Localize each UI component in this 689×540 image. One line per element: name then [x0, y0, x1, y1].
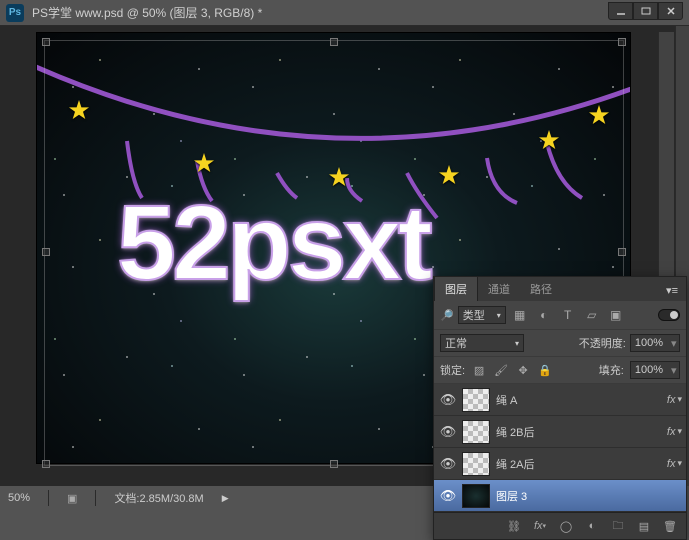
- layer-row[interactable]: 👁 图层 3: [434, 480, 686, 512]
- transform-handle[interactable]: [42, 38, 50, 46]
- panel-tabs: 图层 通道 路径 ▾≡: [434, 277, 686, 301]
- adjustment-layer-button[interactable]: ◐: [582, 517, 602, 535]
- fx-badge[interactable]: fx: [667, 458, 676, 470]
- visibility-toggle[interactable]: 👁: [434, 424, 462, 440]
- filter-shape-icon[interactable]: ▱: [582, 305, 602, 325]
- filter-pixel-icon[interactable]: ▦: [510, 305, 530, 325]
- layer-thumbnail[interactable]: [462, 484, 490, 508]
- tab-paths[interactable]: 路径: [520, 277, 562, 301]
- blend-opacity-row: 正常▾ 不透明度: 100%▾: [434, 330, 686, 357]
- lock-label: 锁定:: [440, 362, 465, 378]
- canvas-area: 52psxt 图层 通道 路径 ▾≡ 🔎 类型▾ ▦ ◐ T ▱ ▣: [0, 26, 689, 486]
- fx-caret-icon[interactable]: ▾: [677, 426, 682, 437]
- transform-handle[interactable]: [618, 248, 626, 256]
- lock-all-icon[interactable]: 🔒: [537, 362, 553, 378]
- transform-handle[interactable]: [42, 460, 50, 468]
- separator: [48, 490, 49, 506]
- filter-kind-select[interactable]: 类型▾: [458, 306, 506, 324]
- lock-position-icon[interactable]: ✥: [515, 362, 531, 378]
- layer-name[interactable]: 绳 2B后: [496, 424, 667, 440]
- fx-caret-icon[interactable]: ▾: [677, 394, 682, 405]
- layer-thumbnail[interactable]: [462, 420, 490, 444]
- opacity-input[interactable]: 100%▾: [630, 334, 680, 352]
- transform-handle[interactable]: [330, 460, 338, 468]
- layer-thumbnail[interactable]: [462, 388, 490, 412]
- filter-toggle[interactable]: [658, 309, 680, 321]
- fx-badge[interactable]: fx: [667, 394, 676, 406]
- blend-mode-select[interactable]: 正常▾: [440, 334, 524, 352]
- layers-panel-footer: ⛓ fx▾ ◯ ◐ 🗀 ▤ 🗑: [434, 512, 686, 539]
- fill-label: 填充:: [599, 362, 624, 378]
- opacity-label: 不透明度:: [579, 335, 626, 351]
- fill-input[interactable]: 100%▾: [630, 361, 680, 379]
- maximize-button[interactable]: [633, 2, 658, 20]
- transform-handle[interactable]: [42, 248, 50, 256]
- statusbar-menu-icon[interactable]: ▶: [222, 493, 229, 504]
- filter-kind-icon: 🔎: [440, 309, 454, 322]
- minimize-button[interactable]: [608, 2, 633, 20]
- lock-transparent-icon[interactable]: ▨: [471, 362, 487, 378]
- transform-handle[interactable]: [330, 38, 338, 46]
- app-icon: Ps: [6, 4, 24, 22]
- layer-list: 👁 绳 A fx▾ 👁 绳 2B后 fx▾ 👁 绳 2A后 fx▾ 👁 图层: [434, 384, 686, 512]
- window-controls: [608, 6, 683, 20]
- visibility-toggle[interactable]: 👁: [434, 456, 462, 472]
- layer-row[interactable]: 👁 绳 2A后 fx▾: [434, 448, 686, 480]
- fx-caret-icon[interactable]: ▾: [677, 458, 682, 469]
- filter-type-icon[interactable]: T: [558, 305, 578, 325]
- visibility-toggle[interactable]: 👁: [434, 392, 462, 408]
- separator: [95, 490, 96, 506]
- layer-name[interactable]: 图层 3: [496, 488, 682, 504]
- close-button[interactable]: [658, 2, 683, 20]
- link-layers-button[interactable]: ⛓: [504, 517, 524, 535]
- transform-handle[interactable]: [618, 38, 626, 46]
- layer-name[interactable]: 绳 2A后: [496, 456, 667, 472]
- layer-name[interactable]: 绳 A: [496, 392, 667, 408]
- new-layer-button[interactable]: ▤: [634, 517, 654, 535]
- tab-layers[interactable]: 图层: [434, 276, 478, 301]
- titlebar: Ps PS学堂 www.psd @ 50% (图层 3, RGB/8) *: [0, 0, 689, 26]
- lock-row: 锁定: ▨ 🖌 ✥ 🔒 填充: 100%▾: [434, 357, 686, 384]
- zoom-level[interactable]: 50%: [8, 492, 30, 504]
- visibility-toggle[interactable]: 👁: [434, 488, 462, 504]
- layer-thumbnail[interactable]: [462, 452, 490, 476]
- preview-icon[interactable]: ▣: [67, 492, 77, 505]
- layer-fx-button[interactable]: fx▾: [530, 517, 550, 535]
- layer-row[interactable]: 👁 绳 A fx▾: [434, 384, 686, 416]
- layer-row[interactable]: 👁 绳 2B后 fx▾: [434, 416, 686, 448]
- lock-pixels-icon[interactable]: 🖌: [493, 362, 509, 378]
- delete-layer-button[interactable]: 🗑: [660, 517, 680, 535]
- layer-filter-row: 🔎 类型▾ ▦ ◐ T ▱ ▣: [434, 301, 686, 330]
- doc-size[interactable]: 文档:2.85M/30.8M: [114, 490, 203, 506]
- layers-panel: 图层 通道 路径 ▾≡ 🔎 类型▾ ▦ ◐ T ▱ ▣ 正常▾ 不透明度: 10…: [433, 276, 687, 540]
- document-title: PS学堂 www.psd @ 50% (图层 3, RGB/8) *: [32, 4, 608, 21]
- panel-menu-button[interactable]: ▾≡: [658, 280, 686, 301]
- layer-mask-button[interactable]: ◯: [556, 517, 576, 535]
- fx-badge[interactable]: fx: [667, 426, 676, 438]
- filter-adjust-icon[interactable]: ◐: [534, 305, 554, 325]
- group-button[interactable]: 🗀: [608, 517, 628, 535]
- filter-smart-icon[interactable]: ▣: [606, 305, 626, 325]
- tab-channels[interactable]: 通道: [478, 277, 520, 301]
